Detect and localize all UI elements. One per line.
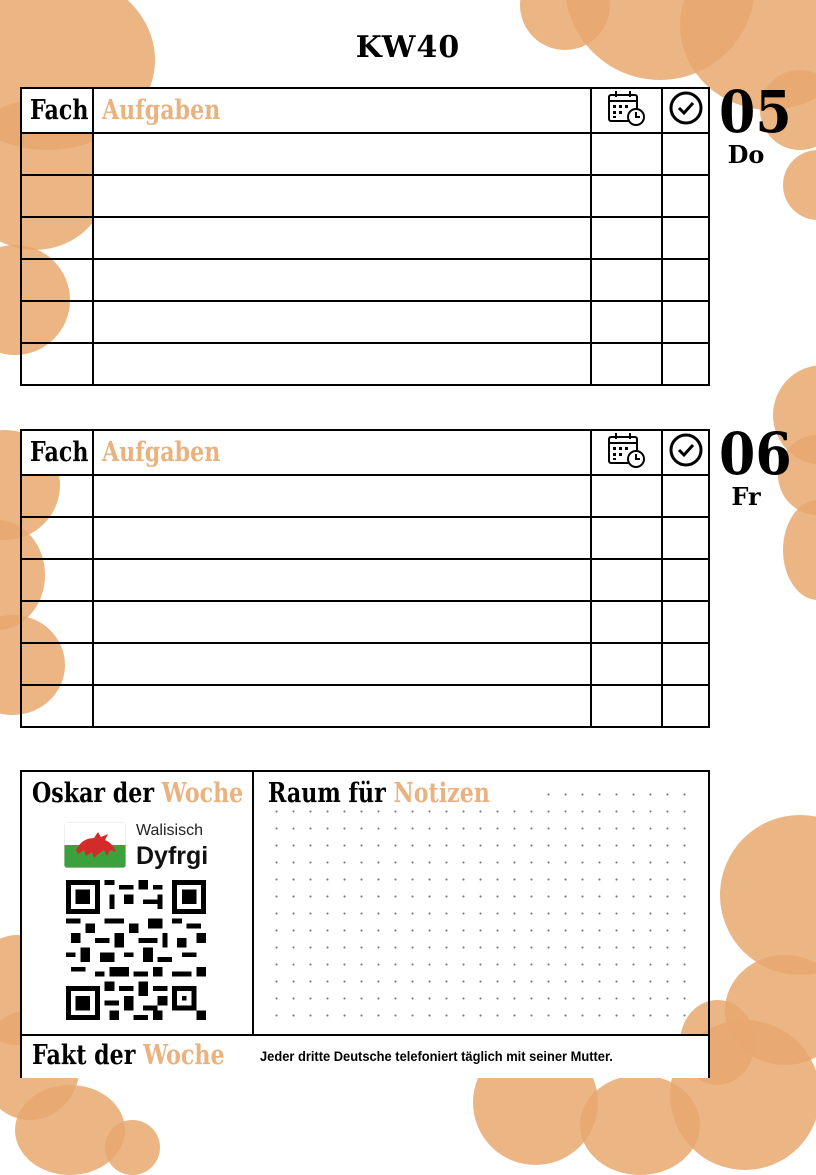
- table-row: [20, 132, 710, 176]
- tasks-header: Aufgaben: [101, 95, 221, 126]
- table-row: [20, 558, 710, 602]
- due-cell[interactable]: [589, 600, 664, 644]
- table-row: [20, 684, 710, 728]
- table-row: [20, 300, 710, 344]
- calendar-clock-icon: [607, 433, 645, 468]
- task-cell[interactable]: [91, 342, 592, 386]
- notes-panel[interactable]: Raum für Notizen: [254, 772, 708, 1034]
- done-cell[interactable]: [661, 642, 710, 686]
- task-cell[interactable]: [91, 216, 592, 260]
- done-cell[interactable]: [661, 132, 710, 176]
- day-table-2: Fach Aufgaben: [20, 429, 710, 728]
- subject-cell[interactable]: [20, 216, 94, 260]
- word-of-week-title: Oskar der Woche: [32, 778, 244, 809]
- check-circle-icon: [669, 91, 703, 125]
- calendar-clock-icon: [607, 91, 645, 126]
- day-name: Fr: [731, 482, 761, 511]
- table-row: [20, 216, 710, 260]
- done-cell[interactable]: [661, 300, 710, 344]
- due-cell[interactable]: [589, 216, 664, 260]
- subject-cell[interactable]: [20, 642, 94, 686]
- table-row: [20, 342, 710, 386]
- due-cell[interactable]: [589, 516, 664, 560]
- done-cell[interactable]: [661, 558, 710, 602]
- task-cell[interactable]: [91, 132, 592, 176]
- table-row: [20, 258, 710, 302]
- done-cell[interactable]: [661, 474, 710, 518]
- fact-of-week-title: Fakt der Woche: [32, 1040, 225, 1071]
- day-table-1: Fach Aufgaben: [20, 87, 710, 386]
- table-header: Fach Aufgaben: [20, 429, 710, 476]
- task-cell[interactable]: [91, 558, 592, 602]
- subject-header: Fach: [30, 437, 89, 468]
- subject-cell[interactable]: [20, 516, 94, 560]
- word-of-week: Dyfrgi: [136, 842, 209, 870]
- task-cell[interactable]: [91, 300, 592, 344]
- notes-dot-grid: [268, 786, 698, 1028]
- fact-of-week-panel: Fakt der Woche Jeder dritte Deutsche tel…: [22, 1034, 708, 1078]
- task-cell[interactable]: [91, 684, 592, 728]
- bottom-panel: Oskar der Woche Walisisch Dyfrgi Raum fü…: [20, 770, 710, 1078]
- table-row: [20, 474, 710, 518]
- table-header: Fach Aufgaben: [20, 87, 710, 134]
- week-title: KW40: [355, 30, 461, 65]
- due-cell[interactable]: [589, 342, 664, 386]
- done-cell[interactable]: [661, 684, 710, 728]
- task-cell[interactable]: [91, 516, 592, 560]
- subject-header: Fach: [30, 95, 89, 126]
- task-cell[interactable]: [91, 174, 592, 218]
- table-row: [20, 516, 710, 560]
- task-cell[interactable]: [91, 258, 592, 302]
- due-cell[interactable]: [589, 300, 664, 344]
- subject-cell[interactable]: [20, 474, 94, 518]
- due-cell[interactable]: [589, 474, 664, 518]
- subject-cell[interactable]: [20, 132, 94, 176]
- table-row: [20, 642, 710, 686]
- subject-cell[interactable]: [20, 600, 94, 644]
- done-cell[interactable]: [661, 258, 710, 302]
- done-cell[interactable]: [661, 342, 710, 386]
- subject-cell[interactable]: [20, 174, 94, 218]
- due-cell[interactable]: [589, 684, 664, 728]
- subject-cell[interactable]: [20, 342, 94, 386]
- due-cell[interactable]: [589, 174, 664, 218]
- task-cell[interactable]: [91, 600, 592, 644]
- notes-title: Raum für Notizen: [268, 778, 539, 809]
- due-cell[interactable]: [589, 132, 664, 176]
- tasks-header: Aufgaben: [101, 437, 221, 468]
- language-label: Walisisch: [136, 822, 203, 839]
- task-cell[interactable]: [91, 474, 592, 518]
- due-cell[interactable]: [589, 642, 664, 686]
- qr-code-icon[interactable]: [66, 880, 206, 1020]
- fact-of-week-text: Jeder dritte Deutsche telefoniert täglic…: [260, 1048, 613, 1064]
- done-cell[interactable]: [661, 516, 710, 560]
- task-cell[interactable]: [91, 642, 592, 686]
- done-cell[interactable]: [661, 600, 710, 644]
- done-cell[interactable]: [661, 216, 710, 260]
- check-circle-icon: [669, 433, 703, 467]
- day-number: 05: [719, 78, 792, 146]
- table-row: [20, 600, 710, 644]
- day-number: 06: [719, 420, 792, 488]
- table-row: [20, 174, 710, 218]
- subject-cell[interactable]: [20, 684, 94, 728]
- due-cell[interactable]: [589, 258, 664, 302]
- subject-cell[interactable]: [20, 300, 94, 344]
- due-cell[interactable]: [589, 558, 664, 602]
- day-name: Do: [727, 140, 765, 169]
- word-of-week-panel: Oskar der Woche Walisisch Dyfrgi: [22, 772, 254, 1034]
- done-cell[interactable]: [661, 174, 710, 218]
- subject-cell[interactable]: [20, 258, 94, 302]
- wales-flag-icon: [64, 822, 126, 868]
- subject-cell[interactable]: [20, 558, 94, 602]
